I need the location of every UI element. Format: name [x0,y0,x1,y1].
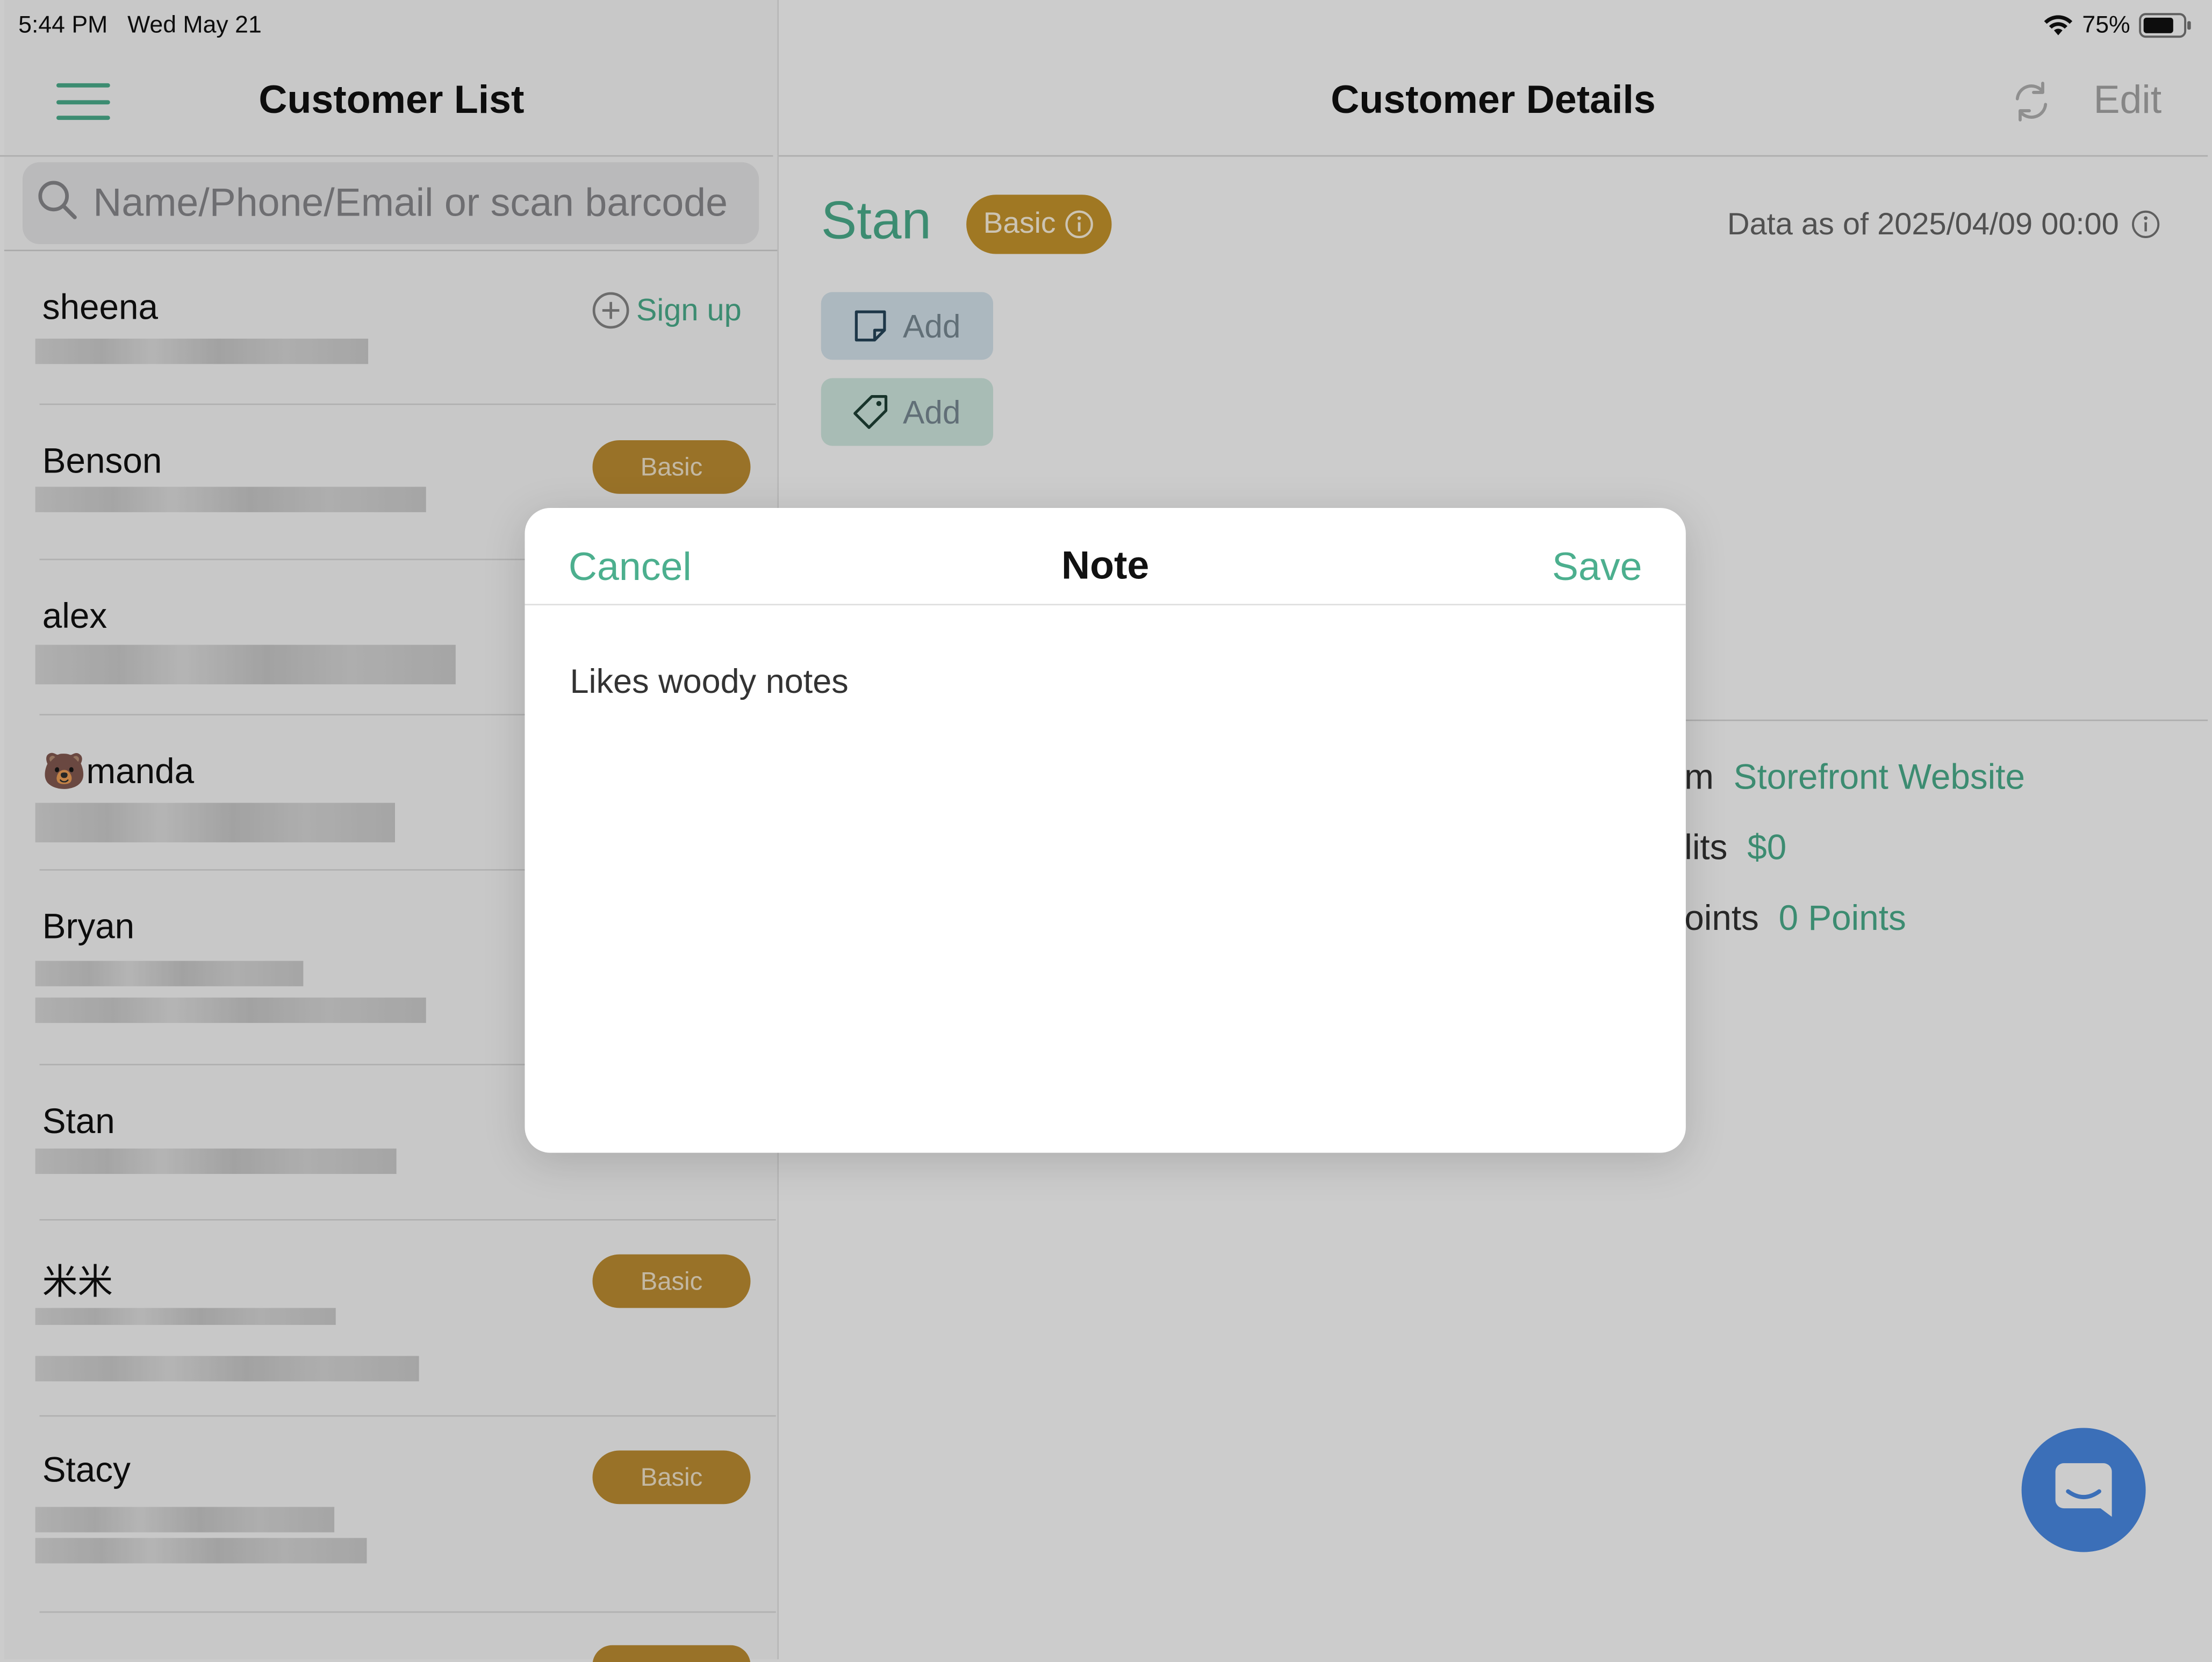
note-modal: Cancel Note Save Likes woody notes [525,508,1686,1153]
note-textarea[interactable]: Likes woody notes [570,663,1642,1115]
note-modal-title: Note [1061,543,1150,587]
note-modal-header: Cancel Note Save [525,508,1686,606]
save-button[interactable]: Save [1552,545,1642,590]
